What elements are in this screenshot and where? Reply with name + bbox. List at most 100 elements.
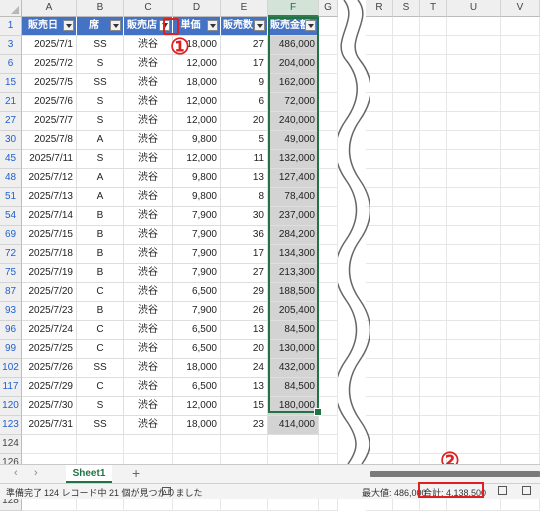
empty-cell[interactable]: [420, 302, 447, 321]
table-cell[interactable]: 2025/7/24: [22, 321, 77, 340]
table-cell[interactable]: 12,000: [173, 93, 221, 112]
table-cell[interactable]: 2025/7/29: [22, 378, 77, 397]
page-layout-view-icon[interactable]: [522, 486, 531, 495]
table-cell[interactable]: 205,400: [268, 302, 319, 321]
table-cell[interactable]: 9,800: [173, 188, 221, 207]
filter-dropdown-icon[interactable]: [254, 20, 265, 31]
column-header-g[interactable]: G: [319, 0, 338, 17]
row-header[interactable]: 69: [0, 226, 22, 245]
table-cell[interactable]: 72,000: [268, 93, 319, 112]
table-cell[interactable]: S: [77, 55, 124, 74]
empty-cell[interactable]: [319, 283, 338, 302]
table-cell[interactable]: 渋谷: [124, 245, 173, 264]
table-cell[interactable]: 6,500: [173, 321, 221, 340]
empty-cell[interactable]: [420, 359, 447, 378]
row-header[interactable]: 45: [0, 150, 22, 169]
row-header[interactable]: 54: [0, 207, 22, 226]
empty-cell[interactable]: [366, 17, 393, 36]
table-cell[interactable]: 486,000: [268, 36, 319, 55]
empty-cell[interactable]: [173, 435, 221, 454]
select-all-corner[interactable]: [0, 0, 22, 17]
row-header[interactable]: 27: [0, 112, 22, 131]
row-header[interactable]: 48: [0, 169, 22, 188]
empty-cell[interactable]: [420, 416, 447, 435]
table-cell[interactable]: 2025/7/8: [22, 131, 77, 150]
empty-cell[interactable]: [393, 188, 420, 207]
empty-cell[interactable]: [366, 188, 393, 207]
empty-cell[interactable]: [501, 435, 540, 454]
table-cell[interactable]: 18,000: [173, 74, 221, 93]
table-cell[interactable]: 2025/7/13: [22, 188, 77, 207]
empty-cell[interactable]: [501, 245, 540, 264]
empty-cell[interactable]: [319, 321, 338, 340]
empty-cell[interactable]: [393, 321, 420, 340]
row-header[interactable]: 102: [0, 359, 22, 378]
empty-cell[interactable]: [366, 321, 393, 340]
empty-cell[interactable]: [366, 112, 393, 131]
row-header[interactable]: 6: [0, 55, 22, 74]
table-header-cell[interactable]: 販売金額: [268, 17, 319, 36]
empty-cell[interactable]: [319, 36, 338, 55]
empty-cell[interactable]: [447, 93, 501, 112]
empty-cell[interactable]: [366, 283, 393, 302]
table-cell[interactable]: B: [77, 264, 124, 283]
row-header[interactable]: 1: [0, 17, 22, 36]
empty-cell[interactable]: [319, 416, 338, 435]
empty-cell[interactable]: [501, 378, 540, 397]
table-cell[interactable]: SS: [77, 416, 124, 435]
empty-cell[interactable]: [501, 340, 540, 359]
empty-cell[interactable]: [501, 321, 540, 340]
table-cell[interactable]: 27: [221, 36, 268, 55]
row-header[interactable]: 123: [0, 416, 22, 435]
empty-cell[interactable]: [420, 226, 447, 245]
empty-cell[interactable]: [393, 435, 420, 454]
column-header-d[interactable]: D: [173, 0, 221, 17]
empty-cell[interactable]: [501, 55, 540, 74]
table-cell[interactable]: 渋谷: [124, 93, 173, 112]
table-cell[interactable]: 12,000: [173, 397, 221, 416]
table-cell[interactable]: 2025/7/7: [22, 112, 77, 131]
table-cell[interactable]: 2025/7/2: [22, 55, 77, 74]
empty-cell[interactable]: [366, 226, 393, 245]
table-cell[interactable]: B: [77, 207, 124, 226]
empty-cell[interactable]: [420, 169, 447, 188]
empty-cell[interactable]: [393, 283, 420, 302]
table-cell[interactable]: 18,000: [173, 416, 221, 435]
table-cell[interactable]: 23: [221, 416, 268, 435]
empty-cell[interactable]: [366, 93, 393, 112]
empty-cell[interactable]: [366, 416, 393, 435]
empty-cell[interactable]: [393, 55, 420, 74]
table-cell[interactable]: 13: [221, 321, 268, 340]
table-header-cell[interactable]: 販売数: [221, 17, 268, 36]
column-header-c[interactable]: C: [124, 0, 173, 17]
empty-cell[interactable]: [366, 397, 393, 416]
table-cell[interactable]: 127,400: [268, 169, 319, 188]
table-cell[interactable]: 渋谷: [124, 416, 173, 435]
table-cell[interactable]: 渋谷: [124, 112, 173, 131]
empty-cell[interactable]: [420, 150, 447, 169]
empty-cell[interactable]: [447, 321, 501, 340]
table-cell[interactable]: 6,500: [173, 340, 221, 359]
empty-cell[interactable]: [447, 340, 501, 359]
empty-cell[interactable]: [420, 36, 447, 55]
empty-cell[interactable]: [420, 321, 447, 340]
table-cell[interactable]: SS: [77, 36, 124, 55]
table-cell[interactable]: 132,000: [268, 150, 319, 169]
table-cell[interactable]: 414,000: [268, 416, 319, 435]
table-cell[interactable]: 26: [221, 302, 268, 321]
add-sheet-button[interactable]: +: [132, 465, 140, 481]
table-cell[interactable]: 2025/7/14: [22, 207, 77, 226]
row-header[interactable]: 51: [0, 188, 22, 207]
empty-cell[interactable]: [366, 74, 393, 93]
fill-handle[interactable]: [314, 408, 322, 416]
table-cell[interactable]: SS: [77, 74, 124, 93]
empty-cell[interactable]: [393, 416, 420, 435]
empty-cell[interactable]: [393, 245, 420, 264]
empty-cell[interactable]: [221, 435, 268, 454]
prev-sheet-icon[interactable]: ‹: [14, 467, 18, 479]
empty-cell[interactable]: [501, 169, 540, 188]
empty-cell[interactable]: [366, 207, 393, 226]
empty-cell[interactable]: [447, 416, 501, 435]
empty-cell[interactable]: [447, 17, 501, 36]
empty-cell[interactable]: [447, 55, 501, 74]
